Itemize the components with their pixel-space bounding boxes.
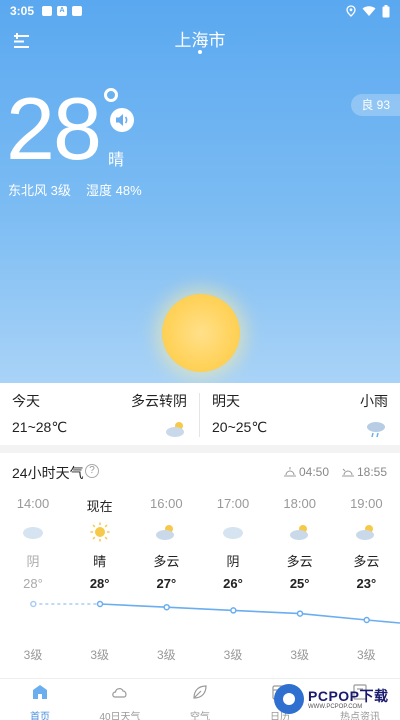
light-rain-icon	[367, 422, 385, 438]
aqi-badge[interactable]: 良 93	[351, 94, 400, 116]
sunset-time: 18:55	[342, 465, 387, 479]
hourly-header: 24小时天气 ? 04:50 18:55	[0, 453, 400, 489]
hour-wind: 3级	[357, 648, 376, 662]
degree-symbol	[104, 88, 118, 102]
sunny-icon	[90, 522, 110, 542]
hourly-title: 24小时天气	[12, 465, 84, 481]
tab-40day-label: 40日天气	[99, 712, 141, 720]
status-bar: 3:05 A	[0, 0, 400, 22]
overcast-icon	[223, 527, 243, 539]
watermark-brand: PCPOP下载	[308, 688, 389, 704]
tab-40day[interactable]: 40日天气	[80, 683, 160, 720]
speaker-icon[interactable]	[110, 108, 134, 132]
leaf-icon	[193, 685, 207, 699]
hour-item: 16:00 多云 27°	[133, 496, 199, 591]
current-wind: 东北风 3级	[8, 183, 71, 198]
forecast-tomorrow-condition: 小雨	[360, 393, 388, 409]
hour-temperature: 27°	[156, 576, 177, 591]
sunset-icon	[342, 468, 354, 477]
daily-forecast: 今天 多云转阴 21~28℃ 明天 小雨 20~25℃	[0, 383, 400, 445]
pcpop-logo-icon	[274, 684, 304, 714]
city-title[interactable]: 上海市	[0, 26, 400, 51]
sunrise-icon	[284, 467, 296, 477]
hour-temperature: 26°	[223, 576, 243, 591]
partly-cloudy-icon	[156, 525, 175, 540]
hour-item: 现在晴 28°	[67, 496, 133, 591]
hour-time: 14:00	[16, 496, 50, 511]
current-humidity: 湿度 48%	[86, 183, 142, 198]
hour-time: 19:00	[350, 496, 383, 511]
sun-illustration	[162, 294, 240, 372]
overcast-icon	[23, 527, 43, 539]
notification-icon	[42, 6, 53, 16]
app-icon	[72, 6, 83, 16]
hour-condition: 多云	[286, 554, 313, 569]
hour-item: 19:00 多云 23°	[333, 496, 399, 591]
hour-wind: 3级	[223, 648, 243, 662]
hour-wind: 3级	[156, 648, 176, 662]
hour-wind: 3级	[290, 648, 310, 662]
forecast-tomorrow-label: 明天	[212, 393, 240, 409]
help-icon[interactable]: ?	[85, 464, 99, 478]
tab-air-label: 空气	[190, 712, 210, 720]
hour-time: 现在	[86, 499, 113, 514]
sunset-value: 18:55	[357, 465, 388, 479]
hour-wind: 3级	[90, 648, 109, 662]
text-icon: A	[57, 6, 68, 16]
hour-condition: 晴	[93, 554, 107, 569]
forecast-today[interactable]: 今天 多云转阴 21~28℃	[0, 383, 199, 445]
hour-item: 14:00 阴 28°	[0, 496, 66, 591]
hourly-list[interactable]: 14:00 阴 28° 3级 现在晴 28° 3级 16:00 多云 27° 3级 17:00 阴 26°…	[0, 496, 400, 676]
forecast-today-condition: 多云转阴	[131, 393, 187, 409]
partly-cloudy-icon	[356, 525, 375, 540]
tab-air[interactable]: 空气	[160, 683, 240, 720]
hour-condition: 阴	[226, 554, 240, 569]
hour-wind: 3级	[23, 648, 43, 662]
watermark-sub: WWW.PCPOP.COM	[308, 704, 363, 710]
forecast-tomorrow-range: 20~25℃	[212, 419, 268, 435]
home-icon	[33, 685, 47, 699]
current-temperature: 28	[6, 79, 102, 178]
cloud-icon	[112, 688, 127, 698]
forecast-tomorrow[interactable]: 明天 小雨 20~25℃	[200, 383, 400, 445]
sunrise-time: 04:50	[284, 465, 329, 479]
wifi-icon	[362, 5, 376, 16]
battery-icon	[382, 4, 390, 17]
hour-condition: 多云	[153, 554, 180, 569]
hour-item: 18:00 多云 25°	[267, 496, 333, 591]
partly-cloudy-icon	[289, 525, 308, 540]
sunrise-value: 04:50	[299, 465, 330, 479]
tab-home[interactable]: 首页	[0, 683, 80, 720]
forecast-today-label: 今天	[12, 393, 40, 409]
hour-condition: 多云	[353, 554, 380, 569]
section-gap	[0, 445, 400, 453]
tab-home-label: 首页	[30, 712, 50, 720]
location-icon	[346, 5, 356, 17]
pcpop-watermark: PCPOP下载 WWW.PCPOP.COM	[274, 680, 400, 720]
status-time: 3:05	[10, 4, 35, 18]
current-condition: 晴	[108, 152, 125, 169]
hour-condition: 阴	[26, 554, 40, 569]
hour-time: 16:00	[150, 496, 183, 511]
cloudy-icon	[166, 422, 184, 437]
hour-time: 17:00	[216, 496, 250, 511]
forecast-today-range: 21~28℃	[12, 419, 68, 435]
hour-temperature: 25°	[289, 576, 310, 591]
hour-item: 17:00 阴 26°	[200, 496, 266, 591]
hour-temperature: 23°	[356, 576, 377, 591]
hour-temperature: 28°	[89, 576, 110, 591]
hour-temperature: 28°	[23, 576, 43, 591]
page-indicator	[198, 50, 202, 54]
hour-time: 18:00	[283, 496, 316, 511]
